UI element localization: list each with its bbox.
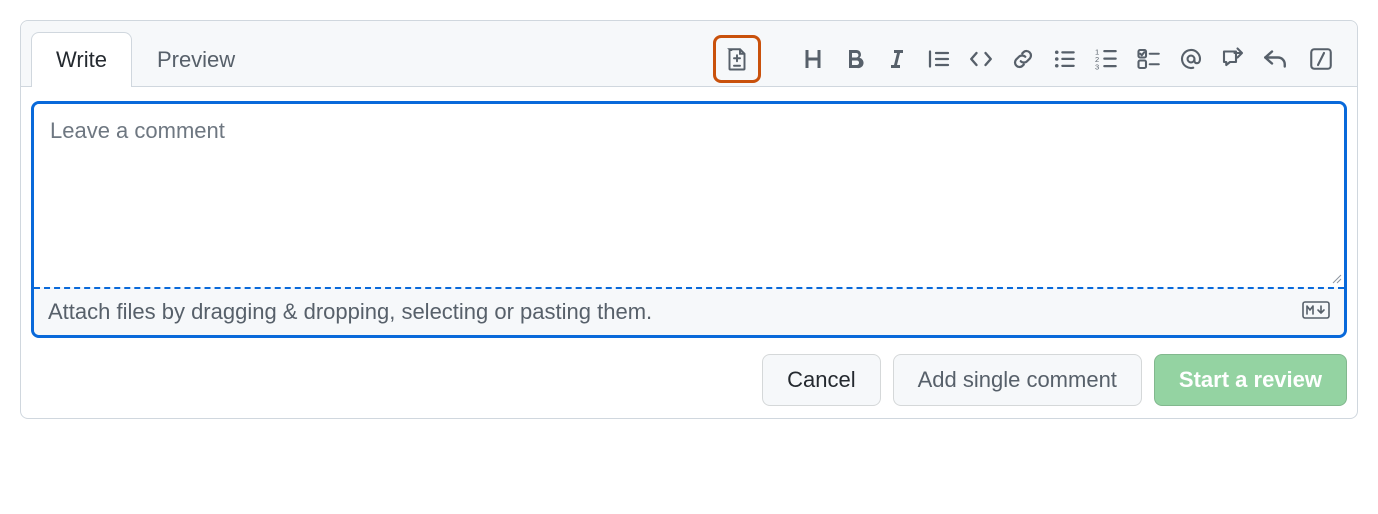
slash-icon: [1309, 47, 1333, 71]
mention-button[interactable]: [1171, 39, 1211, 79]
slash-commands-button[interactable]: [1301, 39, 1341, 79]
file-diff-icon: [725, 47, 749, 71]
unordered-list-button[interactable]: [1045, 39, 1085, 79]
reply-button[interactable]: [1255, 39, 1295, 79]
quote-button[interactable]: [919, 39, 959, 79]
comment-box: Write Preview: [20, 20, 1358, 419]
suggestion-diff-button[interactable]: [713, 35, 761, 83]
attach-hint-text: Attach files by dragging & dropping, sel…: [48, 299, 652, 325]
list-ul-icon: [1053, 47, 1077, 71]
comment-field-wrap: Attach files by dragging & dropping, sel…: [31, 101, 1347, 338]
start-review-button[interactable]: Start a review: [1154, 354, 1347, 406]
reply-icon: [1263, 47, 1287, 71]
cross-reference-icon: [1221, 47, 1245, 71]
code-icon: [969, 47, 993, 71]
add-single-comment-button[interactable]: Add single comment: [893, 354, 1142, 406]
list-ol-icon: 1 2 3: [1095, 47, 1119, 71]
svg-text:3: 3: [1095, 62, 1099, 71]
markdown-supported-icon[interactable]: [1302, 300, 1330, 325]
link-button[interactable]: [1003, 39, 1043, 79]
task-list-button[interactable]: [1129, 39, 1169, 79]
at-icon: [1179, 47, 1203, 71]
tab-write[interactable]: Write: [31, 32, 132, 87]
formatting-toolbar: 1 2 3: [713, 35, 1347, 83]
code-button[interactable]: [961, 39, 1001, 79]
italic-button[interactable]: [877, 39, 917, 79]
italic-icon: [885, 47, 909, 71]
cross-reference-button[interactable]: [1213, 39, 1253, 79]
ordered-list-button[interactable]: 1 2 3: [1087, 39, 1127, 79]
tab-preview[interactable]: Preview: [132, 32, 260, 87]
heading-button[interactable]: [793, 39, 833, 79]
tasklist-icon: [1137, 47, 1161, 71]
bold-button[interactable]: [835, 39, 875, 79]
action-buttons-row: Cancel Add single comment Start a review: [31, 354, 1347, 406]
attach-files-row[interactable]: Attach files by dragging & dropping, sel…: [34, 287, 1344, 335]
quote-icon: [927, 47, 951, 71]
bold-icon: [843, 47, 867, 71]
tabs-toolbar-row: Write Preview: [21, 21, 1357, 87]
link-icon: [1011, 47, 1035, 71]
cancel-button[interactable]: Cancel: [762, 354, 880, 406]
comment-textarea[interactable]: [34, 104, 1344, 282]
heading-icon: [801, 47, 825, 71]
